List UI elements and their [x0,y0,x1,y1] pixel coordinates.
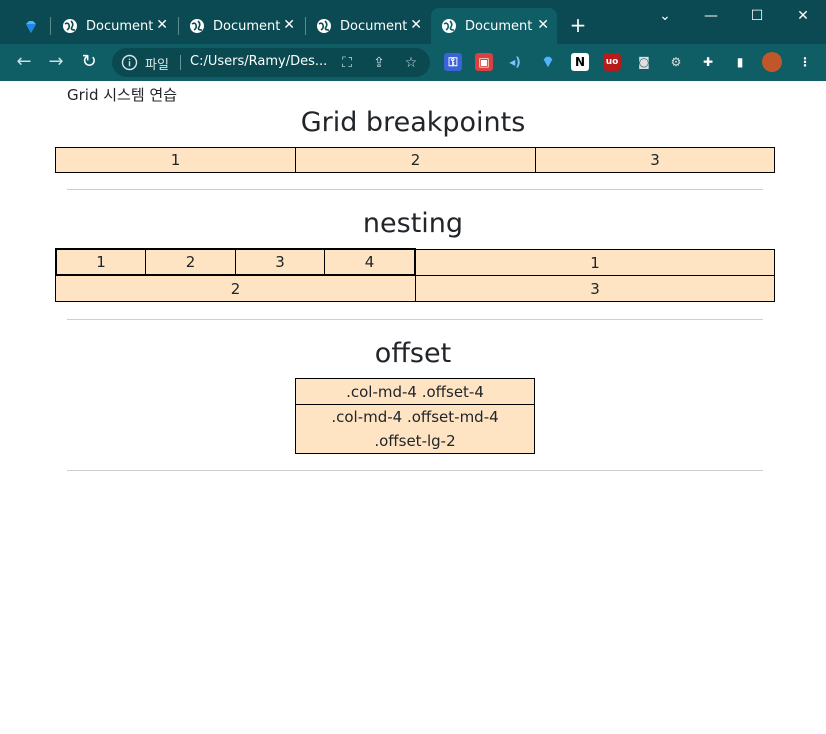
nested-col-1: 1 [56,249,146,275]
tab-separator [50,17,51,35]
title-bar: Document ✕ Document ✕ Document ✕ Documen… [0,0,826,44]
new-tab-button[interactable]: + [566,13,590,37]
notion-icon[interactable]: N [571,53,589,71]
browser-toolbar: ← → ↻ 파일 C:/Users/Ramy/Des... ⛶ ⇪ ☆ ⚿ ▣ … [0,44,826,81]
camera-icon[interactable]: ◙ [635,53,653,71]
section-divider [67,319,763,320]
close-tab-icon[interactable]: ✕ [410,17,422,33]
extension-gem-icon[interactable] [539,53,557,71]
tab-label: Document [465,18,533,34]
close-window-button[interactable]: ✕ [788,6,818,26]
tab-document-4-active[interactable]: Document ✕ [431,8,557,44]
extension-speaker-icon[interactable]: ◂) [506,53,524,71]
offset-col-1: .col-md-4 .offset-4 [295,378,535,405]
bookmark-star-icon[interactable]: ☆ [402,54,420,72]
address-separator [180,55,181,70]
info-icon[interactable] [121,54,138,71]
address-bar[interactable]: 파일 C:/Users/Ramy/Des... ⛶ ⇪ ☆ [112,48,430,77]
url-scheme-label: 파일 [145,58,169,73]
offset-col-2: .col-md-4 .offset-md-4 .offset-lg-2 [295,404,535,454]
close-tab-icon[interactable]: ✕ [156,17,168,33]
breakpoint-col-3: 3 [535,147,775,173]
nested-col-2: 2 [145,249,236,275]
url-text[interactable]: C:/Users/Ramy/Des... [190,54,327,69]
breakpoint-col-1: 1 [55,147,296,173]
breakpoints-title: Grid breakpoints [300,107,526,138]
page-viewport: Grid 시스템 연습 Grid breakpoints 1 2 3 nesti… [4,81,822,731]
globe-icon [442,19,456,33]
section-divider [67,189,763,190]
nesting-title: nesting [362,208,464,239]
settings-gear-icon[interactable]: ⚙ [667,53,685,71]
section-divider [67,470,763,471]
tab-document-3[interactable]: Document ✕ [306,8,430,44]
browser-window: Document ✕ Document ✕ Document ✕ Documen… [0,0,826,734]
offset-title: offset [374,338,452,369]
back-button[interactable]: ← [11,50,37,74]
tab-document-2[interactable]: Document ✕ [179,8,303,44]
page-heading: Grid 시스템 연습 [67,86,178,104]
globe-icon [317,19,331,33]
translate-icon[interactable]: ⛶ [338,54,356,72]
side-panel-icon[interactable]: ▮ [731,53,749,71]
tab-label: Document [340,18,408,34]
reload-button[interactable]: ↻ [76,50,102,74]
extensions-puzzle-icon[interactable]: ✚ [699,53,717,71]
nested-col-4: 4 [324,249,415,275]
ublock-icon[interactable]: uo [603,53,621,71]
forward-button[interactable]: → [43,50,69,74]
gem-icon [543,56,553,68]
tab-label: Document [86,18,154,34]
offset-col-2-line2: .offset-lg-2 [374,432,456,450]
share-icon[interactable]: ⇪ [370,54,388,72]
tab-label: Document [213,18,281,34]
close-tab-icon[interactable]: ✕ [283,17,295,33]
breakpoint-col-2: 2 [295,147,536,173]
pinned-tab[interactable] [14,12,48,42]
tab-document-1[interactable]: Document ✕ [52,8,176,44]
maximize-button[interactable]: ☐ [742,6,772,26]
minimize-button[interactable]: — [696,6,726,26]
nesting-row1-right: 1 [415,249,775,276]
extension-lock-icon[interactable]: ⚿ [444,53,462,71]
nesting-row2-right: 3 [415,275,775,302]
nesting-row2-left: 2 [55,275,416,302]
globe-icon [190,19,204,33]
extension-save-icon[interactable]: ▣ [475,53,493,71]
globe-icon [63,19,77,33]
nested-col-3: 3 [235,249,325,275]
menu-kebab-icon[interactable]: ⋮ [796,53,814,71]
profile-avatar[interactable] [762,52,782,72]
tab-search-icon[interactable]: ⌄ [650,6,680,26]
gem-icon [26,21,36,33]
close-tab-icon[interactable]: ✕ [537,17,549,33]
offset-col-2-line1: .col-md-4 .offset-md-4 [331,408,499,426]
